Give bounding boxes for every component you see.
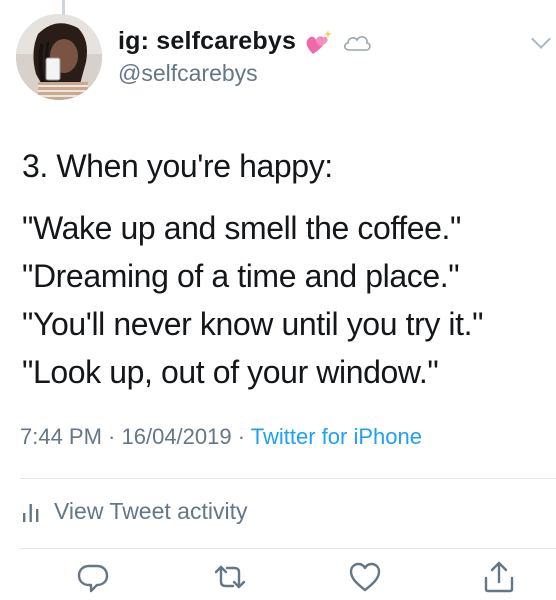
tweet-date: 16/04/2019 <box>121 424 232 449</box>
share-icon[interactable] <box>482 560 516 594</box>
retweet-icon[interactable] <box>213 560 247 594</box>
author-display-name[interactable]: ig: selfcarebys <box>118 27 296 56</box>
author-handle[interactable]: @selfcarebys <box>118 60 258 87</box>
chevron-down-icon[interactable] <box>531 29 551 49</box>
bar-chart-icon <box>23 503 39 522</box>
divider <box>20 478 556 479</box>
tweet-text: 3. When you're happy: "Wake up and smell… <box>22 142 536 396</box>
like-icon[interactable] <box>348 560 382 594</box>
tweet-line: "You'll never know until you try it." <box>22 306 484 342</box>
tweet-heading: 3. When you're happy: <box>22 148 333 184</box>
author-name-row: ig: selfcarebys <box>118 27 372 56</box>
view-tweet-activity-button[interactable]: View Tweet activity <box>20 498 247 525</box>
cloud-icon <box>342 28 372 56</box>
tweet-line: "Look up, out of your window." <box>22 354 439 390</box>
tweet-meta: 7:44 PM · 16/04/2019 · Twitter for iPhon… <box>20 424 422 450</box>
meta-separator: · <box>101 424 122 449</box>
tweet-line: "Dreaming of a time and place." <box>22 258 460 294</box>
sparkling-heart-icon <box>304 28 334 56</box>
meta-separator: · <box>231 424 251 449</box>
tweet-line: "Wake up and smell the coffee." <box>22 210 462 246</box>
tweet-source-link[interactable]: Twitter for iPhone <box>251 424 422 449</box>
tweet-card: ig: selfcarebys @selfcarebys 3. When you… <box>0 0 556 600</box>
divider <box>20 548 556 549</box>
avatar[interactable] <box>16 14 102 100</box>
activity-label: View Tweet activity <box>54 498 248 524</box>
reply-icon[interactable] <box>76 560 110 594</box>
tweet-time: 7:44 PM <box>20 424 102 449</box>
